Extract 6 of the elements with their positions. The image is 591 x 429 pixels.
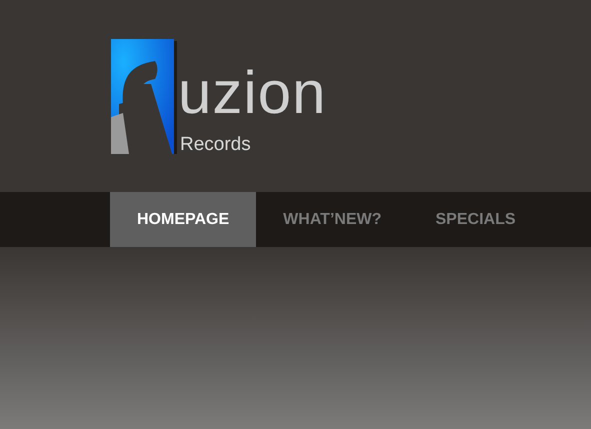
nav-tab[interactable]: SPECIALS <box>408 192 543 247</box>
logo-wordmark: uzion <box>178 63 326 123</box>
nav-tab[interactable]: WHAT’NEW? <box>256 192 408 247</box>
nav-tab[interactable]: HOMEPAGE <box>110 192 256 247</box>
logo-icon <box>111 39 177 154</box>
logo-subtitle: Records <box>180 135 252 154</box>
